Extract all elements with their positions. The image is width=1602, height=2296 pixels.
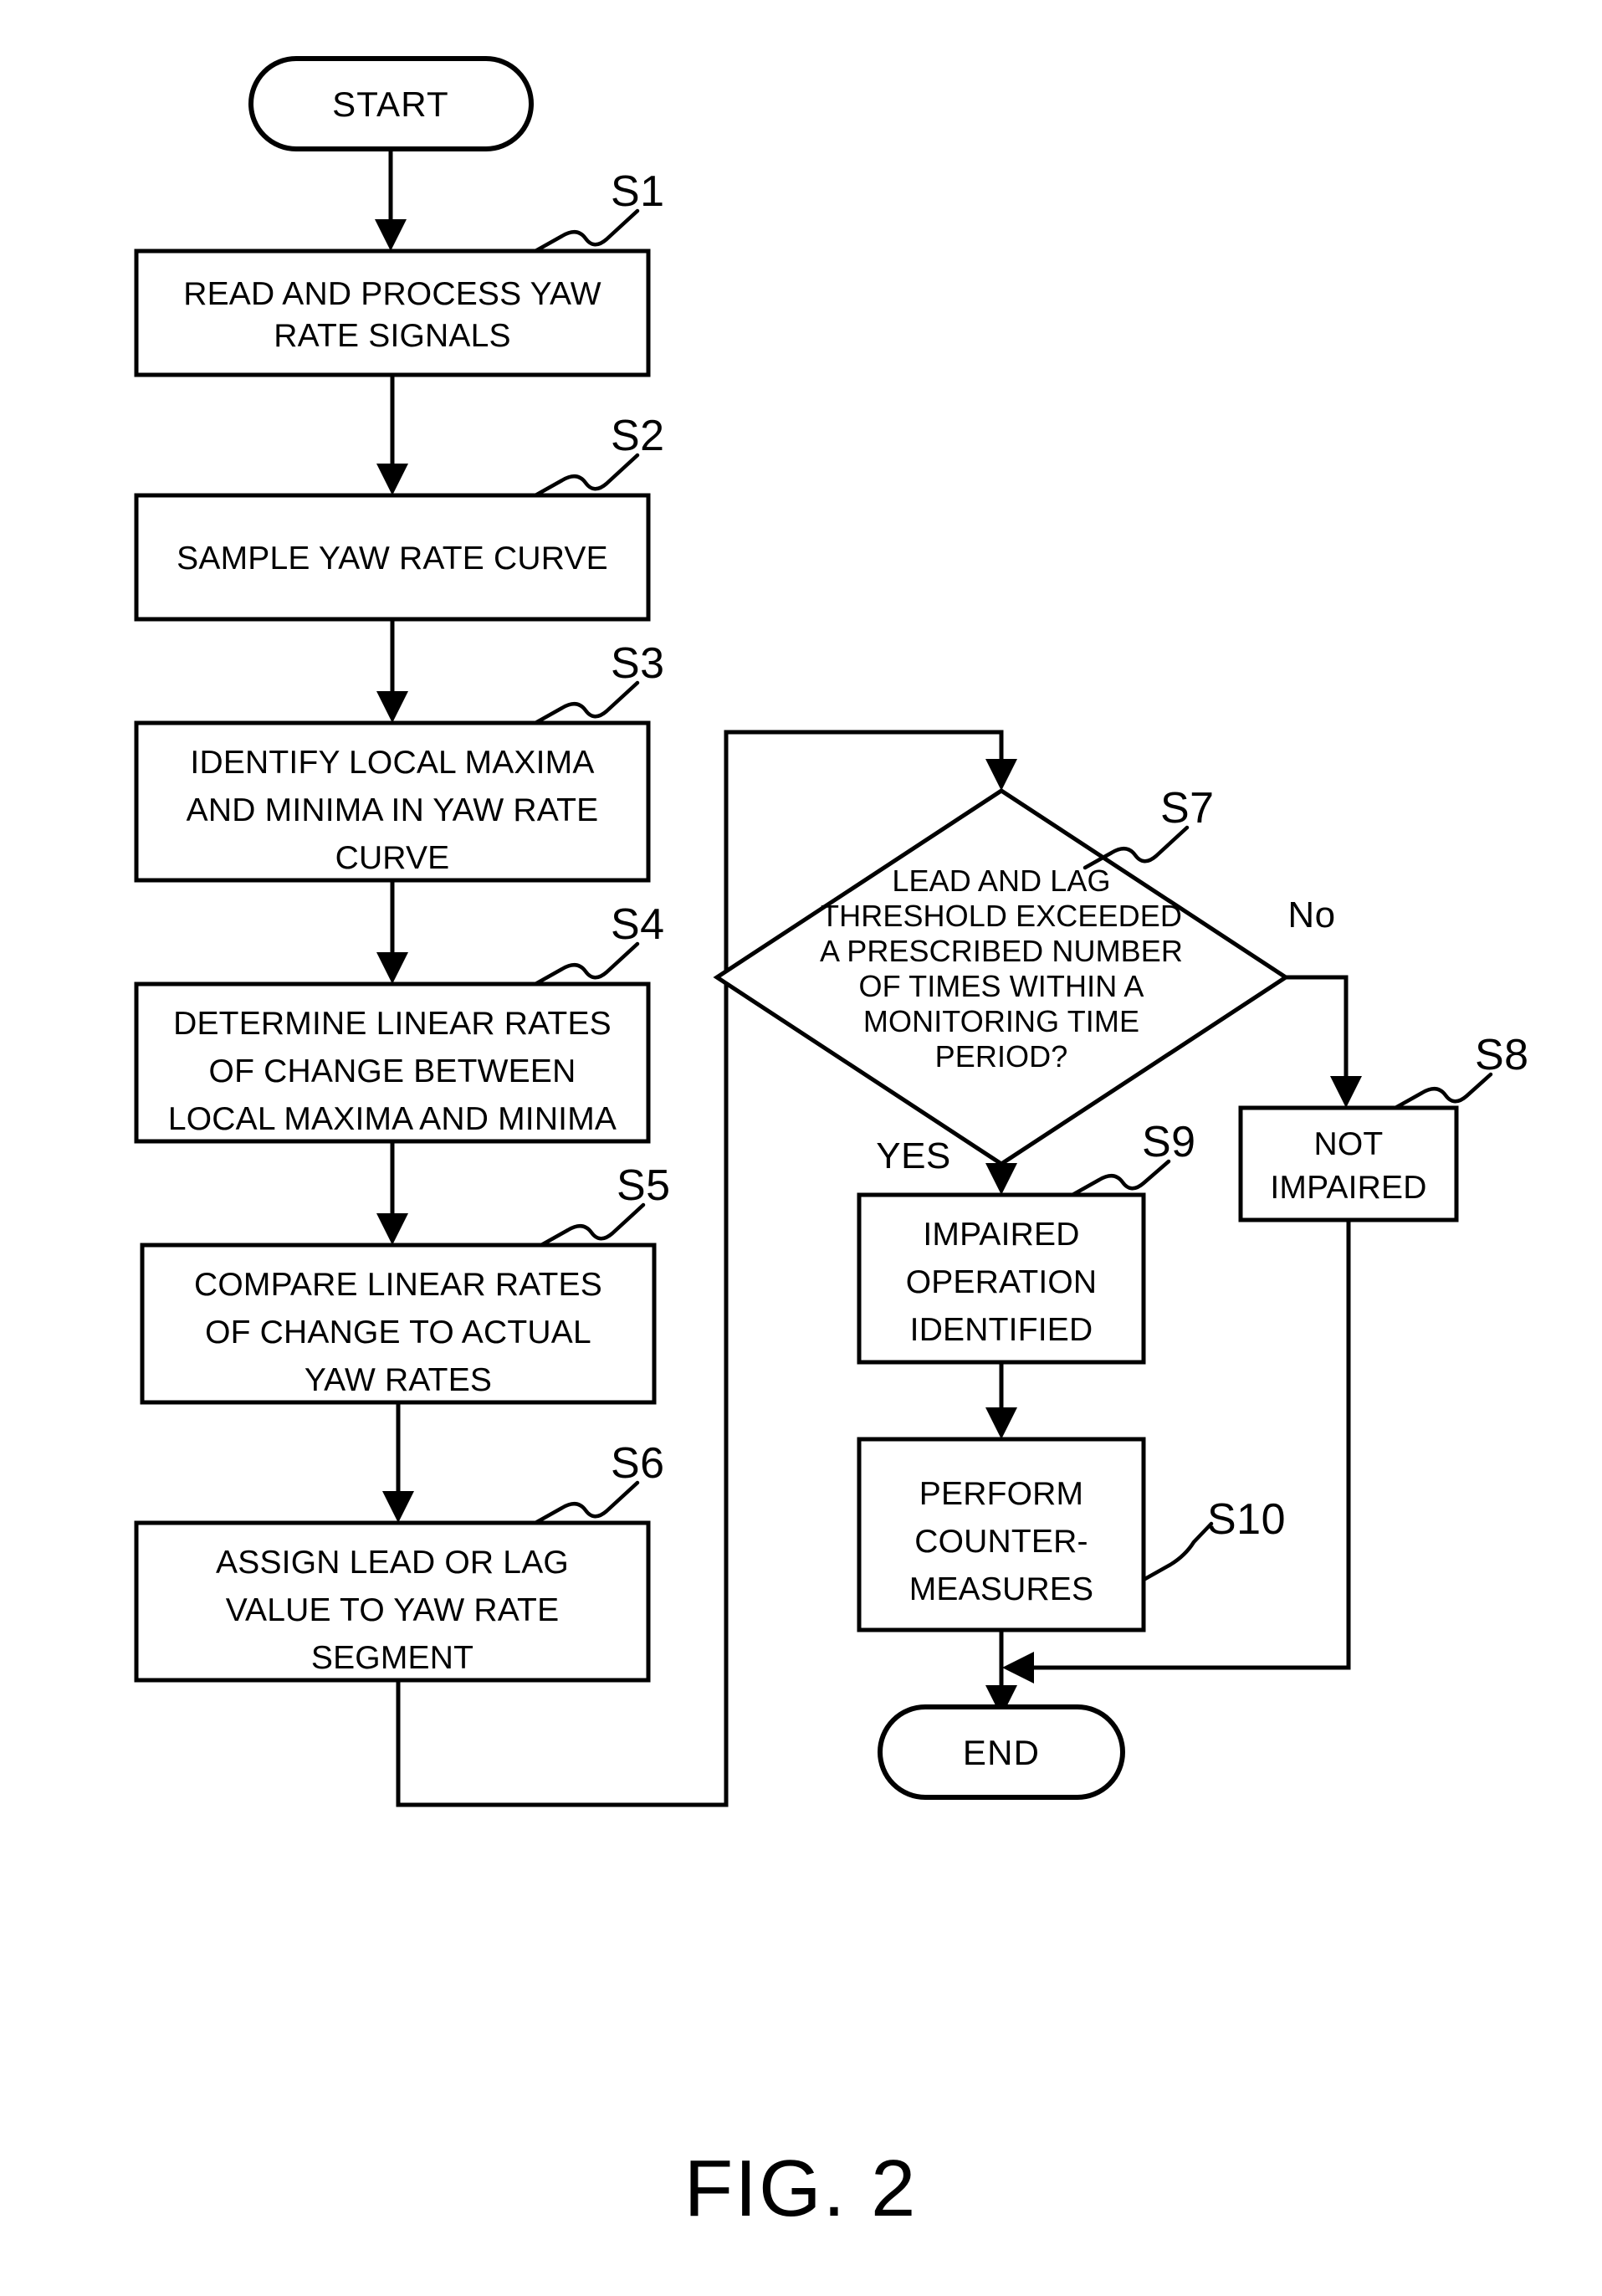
s8-text-line-1: NOT [1314, 1126, 1384, 1162]
s4-text-line-3: LOCAL MAXIMA AND MINIMA [168, 1101, 617, 1137]
connector-s5-to-s6 [382, 1402, 414, 1523]
s10-leader-line [1141, 1521, 1214, 1582]
step-label-s9: S9 [1142, 1118, 1196, 1166]
start-terminal-label: START [332, 85, 449, 124]
s4-text-line-1: DETERMINE LINEAR RATES [173, 1006, 612, 1042]
s9-leader-line [1070, 1159, 1171, 1197]
arrowhead-icon [376, 952, 408, 984]
s6-text-line-1: ASSIGN LEAD OR LAG [216, 1545, 569, 1581]
s7-text-line-6: PERIOD? [935, 1039, 1068, 1074]
s3-text-line-2: AND MINIMA IN YAW RATE [187, 792, 599, 828]
s1-text-line-1: READ AND PROCESS YAW [183, 276, 601, 312]
step-label-s2: S2 [611, 412, 665, 460]
s6-text-line-2: VALUE TO YAW RATE [226, 1592, 560, 1628]
s9-text-line-2: OPERATION [906, 1264, 1098, 1300]
s8-leader-line [1393, 1072, 1493, 1110]
node-s2: SAMPLE YAW RATE CURVE [134, 493, 651, 622]
branch-label-yes: YES [876, 1135, 951, 1176]
step-label-s1-group: S1 [533, 167, 665, 254]
connector-s1-to-s2 [376, 375, 408, 495]
step-label-s10: S10 [1207, 1495, 1286, 1544]
s8-text-line-2: IMPAIRED [1270, 1170, 1426, 1206]
s10-text-line-1: PERFORM [919, 1476, 1083, 1512]
step-label-s8-group: S8 [1393, 1031, 1529, 1110]
arrowhead-icon [376, 691, 408, 723]
s5-text-line-3: YAW RATES [305, 1362, 492, 1398]
s1-text-line-2: RATE SIGNALS [274, 318, 510, 354]
node-s1: READ AND PROCESS YAW RATE SIGNALS [134, 249, 651, 377]
step-label-s4: S4 [611, 900, 665, 949]
s7-text-line-3: A PRESCRIBED NUMBER [820, 934, 1183, 968]
s4-leader-line [533, 941, 640, 987]
connector-s3-to-s4 [376, 880, 408, 984]
s1-leader-line [533, 208, 640, 254]
s3-text-line-1: IDENTIFY LOCAL MAXIMA [190, 745, 594, 781]
arrowhead-icon [375, 219, 407, 251]
s9-text-line-1: IMPAIRED [923, 1217, 1079, 1253]
connector-s10-to-end [985, 1630, 1017, 1717]
node-s7-decision: LEAD AND LAG THRESHOLD EXCEEDED A PRESCR… [713, 788, 1290, 1166]
step-label-s1: S1 [611, 167, 665, 216]
node-s3: IDENTIFY LOCAL MAXIMA AND MINIMA IN YAW … [134, 720, 651, 883]
s3-text-line-3: CURVE [335, 840, 450, 876]
arrowhead-icon [382, 1491, 414, 1523]
arrowhead-icon [376, 1213, 408, 1245]
connector-s9-to-s10 [985, 1362, 1017, 1439]
node-s5: COMPARE LINEAR RATES OF CHANGE TO ACTUAL… [140, 1243, 657, 1405]
s6-leader-line [533, 1480, 640, 1525]
s3-leader-line [533, 680, 640, 725]
s2-text-line-1: SAMPLE YAW RATE CURVE [177, 541, 608, 577]
s7-text-line-2: THRESHOLD EXCEEDED [821, 899, 1182, 933]
s5-text-line-1: COMPARE LINEAR RATES [194, 1267, 602, 1303]
step-label-s4-group: S4 [533, 900, 665, 987]
step-label-s6: S6 [611, 1439, 665, 1488]
node-end: END [878, 1704, 1125, 1800]
flowchart-svg: START READ AND PROCESS YAW RATE SIGNALS … [134, 56, 1529, 2233]
s4-text-line-2: OF CHANGE BETWEEN [209, 1053, 576, 1089]
s7-text-line-4: OF TIMES WITHIN A [858, 969, 1144, 1003]
s9-text-line-3: IDENTIFIED [910, 1312, 1093, 1348]
node-start: START [248, 56, 534, 151]
branch-label-no: No [1287, 894, 1335, 935]
arrowhead-icon [985, 759, 1017, 791]
figure-caption: FIG. 2 [684, 2144, 918, 2233]
node-s9: IMPAIRED OPERATION IDENTIFIED [857, 1192, 1146, 1365]
s1-box-shape [134, 249, 651, 377]
arrowhead-icon [985, 1163, 1017, 1195]
step-label-s7: S7 [1160, 784, 1215, 833]
s10-text-line-3: MEASURES [909, 1571, 1093, 1607]
step-label-s5-group: S5 [539, 1161, 671, 1248]
s2-leader-line [533, 453, 640, 498]
step-label-s6-group: S6 [533, 1439, 665, 1525]
arrowhead-icon [376, 464, 408, 495]
connector-start-to-s1 [375, 149, 407, 251]
step-label-s8: S8 [1475, 1031, 1529, 1079]
node-s8: NOT IMPAIRED [1238, 1105, 1459, 1222]
node-s10: PERFORM COUNTER- MEASURES [857, 1437, 1146, 1632]
step-label-s3-group: S3 [533, 639, 665, 725]
connector-s7-no-to-s8: No [1286, 894, 1362, 1108]
s6-text-line-3: SEGMENT [311, 1640, 473, 1676]
arrowhead-icon [1002, 1652, 1034, 1684]
s7-text-line-5: MONITORING TIME [863, 1004, 1139, 1038]
step-label-s7-group: S7 [1083, 784, 1215, 870]
node-s6: ASSIGN LEAD OR LAG VALUE TO YAW RATE SEG… [134, 1520, 651, 1683]
step-label-s3: S3 [611, 639, 665, 688]
figure-root: START READ AND PROCESS YAW RATE SIGNALS … [0, 0, 1602, 2296]
node-s4: DETERMINE LINEAR RATES OF CHANGE BETWEEN… [134, 981, 651, 1144]
s5-text-line-2: OF CHANGE TO ACTUAL [205, 1315, 591, 1350]
arrowhead-icon [1330, 1076, 1362, 1108]
step-label-s5: S5 [617, 1161, 671, 1210]
connector-s4-to-s5 [376, 1141, 408, 1245]
step-label-s10-group: S10 [1141, 1495, 1286, 1582]
step-label-s2-group: S2 [533, 412, 665, 498]
s7-text-line-1: LEAD AND LAG [892, 864, 1110, 898]
connector-s2-to-s3 [376, 619, 408, 723]
arrowhead-icon [985, 1407, 1017, 1439]
step-label-s9-group: S9 [1070, 1118, 1196, 1197]
end-terminal-label: END [963, 1733, 1040, 1772]
s5-leader-line [539, 1202, 646, 1248]
s10-text-line-2: COUNTER- [914, 1524, 1088, 1560]
